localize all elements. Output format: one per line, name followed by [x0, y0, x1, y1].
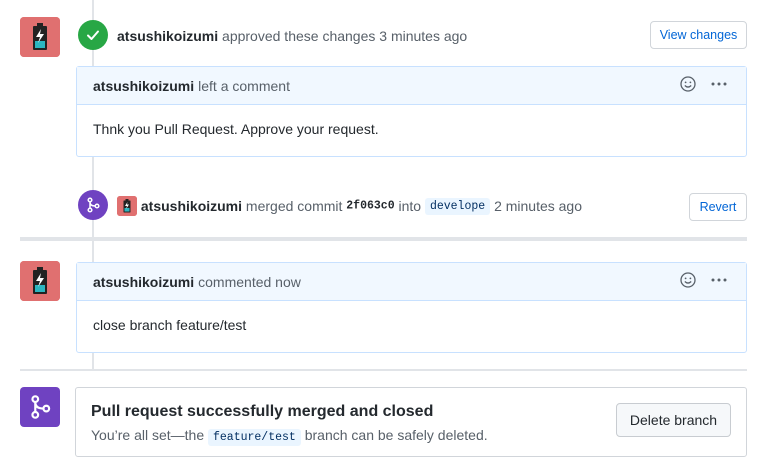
approved-badge: [78, 20, 108, 50]
merge-user-link[interactable]: atsushikoizumi: [141, 198, 242, 214]
merge-action: merged commit: [245, 198, 343, 214]
comment-user-link[interactable]: atsushikoizumi: [93, 78, 194, 94]
target-branch[interactable]: develope: [424, 197, 491, 215]
git-merge-icon: [31, 395, 51, 419]
comment-actions: [680, 76, 728, 92]
merge-time[interactable]: 2 minutes ago: [494, 198, 582, 214]
merged-status-badge: [20, 387, 60, 427]
review-user-link[interactable]: atsushikoizumi: [117, 28, 218, 44]
review-event-text: atsushikoizumi approved these changes 3 …: [117, 28, 467, 44]
avatar-battery-icon: [117, 196, 137, 216]
view-changes-button[interactable]: View changes: [650, 21, 747, 49]
comment-action: commented now: [198, 273, 301, 290]
comment-header: atsushikoizumi commented now: [77, 263, 746, 301]
comment-box: atsushikoizumi commented now close branc…: [76, 262, 747, 353]
revert-button[interactable]: Revert: [689, 193, 747, 221]
comment-action: left a comment: [198, 77, 290, 94]
avatar-battery-icon: [20, 261, 60, 301]
kebab-icon[interactable]: [710, 272, 728, 288]
avatar-battery-icon: [20, 17, 60, 57]
delete-branch-button[interactable]: Delete branch: [616, 403, 731, 437]
comment-header: atsushikoizumi left a comment: [77, 67, 746, 105]
merged-badge: [78, 190, 108, 220]
head-branch[interactable]: feature/test: [208, 429, 301, 446]
merge-status-desc: You’re all set—the feature/test branch c…: [91, 427, 488, 446]
review-time[interactable]: 3 minutes ago: [379, 28, 467, 44]
avatar[interactable]: [20, 17, 60, 57]
comment-body: close branch feature/test: [93, 317, 247, 333]
timeline-divider: [20, 369, 747, 371]
review-action: approved these changes: [222, 28, 376, 44]
merge-into: into: [398, 198, 422, 214]
git-merge-icon: [87, 197, 100, 213]
comment-body: Thnk you Pull Request. Approve your requ…: [93, 121, 379, 137]
comment-actions: [680, 272, 728, 288]
kebab-icon[interactable]: [710, 76, 728, 92]
merge-event-text: atsushikoizumi merged commit 2f063c0 int…: [117, 196, 582, 216]
avatar[interactable]: [117, 196, 137, 216]
check-icon: [87, 30, 99, 40]
merge-status-box: Pull request successfully merged and clo…: [75, 387, 747, 457]
timeline-divider: [20, 237, 747, 241]
merge-status-title: Pull request successfully merged and clo…: [91, 403, 434, 420]
merge-desc-after: branch can be safely deleted.: [304, 427, 488, 443]
smiley-icon[interactable]: [680, 76, 696, 92]
merge-desc-before: You’re all set—the: [91, 427, 205, 443]
smiley-icon[interactable]: [680, 272, 696, 288]
avatar[interactable]: [20, 261, 60, 301]
comment-user-link[interactable]: atsushikoizumi: [93, 274, 194, 290]
commit-sha-link[interactable]: 2f063c0: [346, 200, 394, 213]
review-comment-box: atsushikoizumi left a comment Thnk you P…: [76, 66, 747, 157]
